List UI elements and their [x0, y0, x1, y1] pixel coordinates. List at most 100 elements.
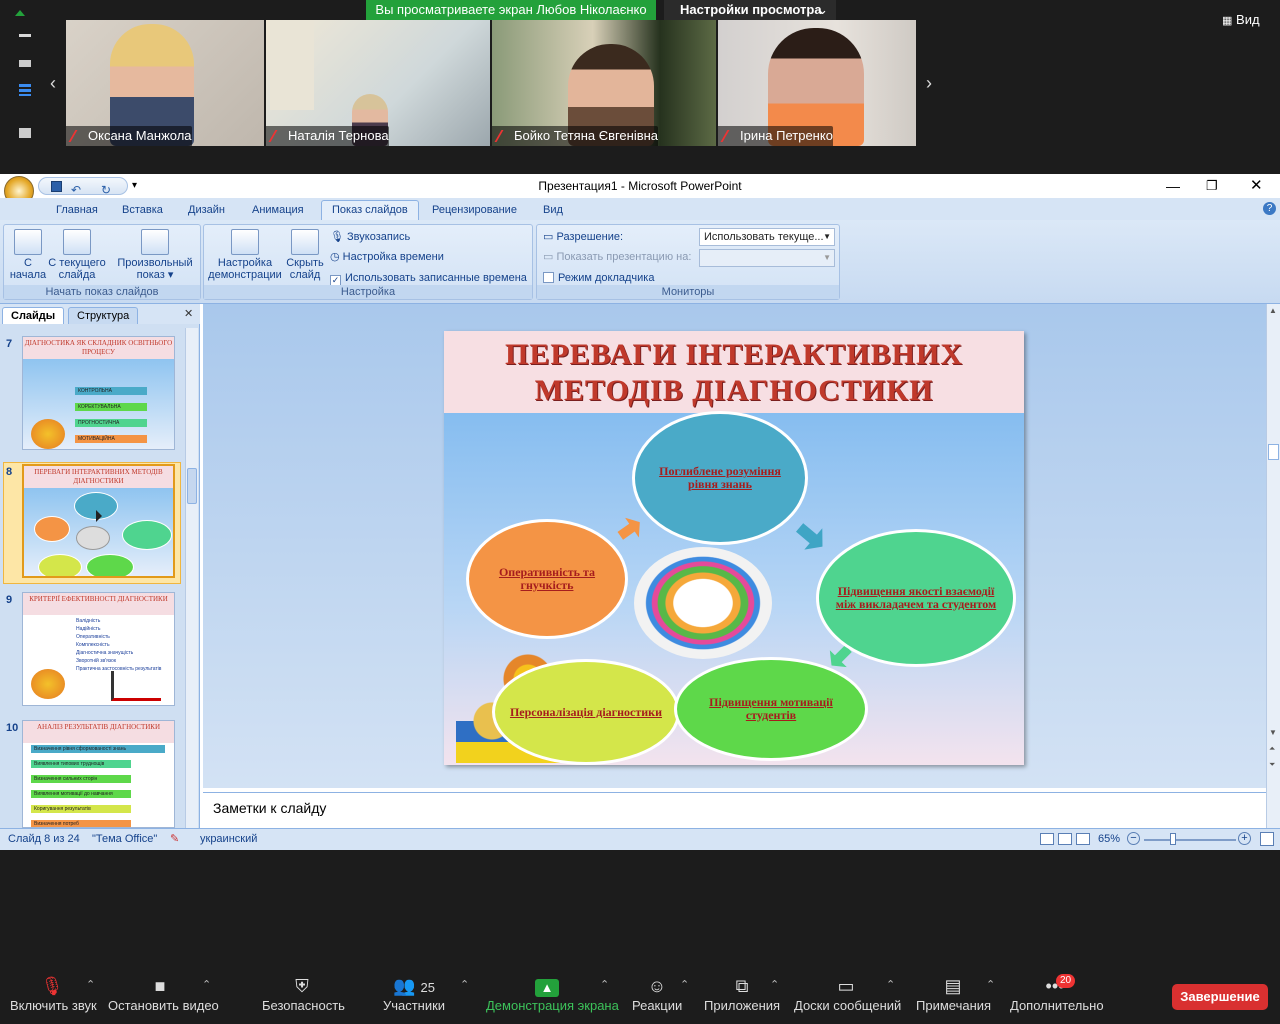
oval-efficiency[interactable]: Оперативність та гнучкість	[466, 519, 628, 639]
restore-window-icon[interactable]: ❐	[1206, 174, 1218, 198]
slide-thumbnail[interactable]: ДІАГНОСТИКА ЯК СКЛАДНИК ОСВІТНЬОГО ПРОЦЕ…	[22, 336, 175, 450]
chevron-up-icon[interactable]: ⌃	[886, 978, 895, 991]
resolution-select[interactable]: Использовать текуще... ▼	[699, 228, 835, 246]
participants-button[interactable]: 👥 25 Участники ⌃	[382, 974, 469, 1013]
tab-outline[interactable]: Структура	[68, 307, 139, 324]
video-tile[interactable]: Ірина Петренко	[718, 20, 916, 146]
apps-label: Приложения	[704, 998, 781, 1013]
tab-review[interactable]: Рецензирование	[432, 201, 517, 220]
reactions-button[interactable]: ☺ Реакции ⌃	[632, 974, 689, 1013]
close-window-icon[interactable]: ✕	[1250, 174, 1263, 198]
slide-editor[interactable]: ПЕРЕВАГИ ІНТЕРАКТИВНИХ МЕТОДІВ ДІАГНОСТИ…	[203, 304, 1266, 788]
slide-title[interactable]: ПЕРЕВАГИ ІНТЕРАКТИВНИХ МЕТОДІВ ДІАГНОСТИ…	[444, 337, 1024, 409]
tab-view[interactable]: Вид	[543, 201, 563, 220]
slide-sorter-icon[interactable]	[1058, 833, 1072, 845]
zoom-level[interactable]: 65%	[1098, 829, 1120, 849]
multi-speaker-icon[interactable]	[19, 128, 31, 138]
next-slide-icon[interactable]: ⏷	[1269, 760, 1275, 770]
from-start-button[interactable]: С начала	[8, 229, 48, 281]
video-tile[interactable]: Бойко Тетяна Євгенівна	[492, 20, 716, 146]
rehearse-timings-button[interactable]: ◷ Настройка времени	[330, 249, 444, 265]
custom-show-button[interactable]: Произвольный показ ▾	[112, 229, 198, 281]
scrollbar-thumb[interactable]	[1268, 444, 1279, 460]
group-start-show: С начала С текущего слайда Произвольный …	[3, 224, 201, 300]
gallery-view-icon[interactable]	[19, 84, 31, 96]
slide-thumbnail-selected[interactable]: ПЕРЕВАГИ ІНТЕРАКТИВНИХ МЕТОДІВ ДІАГНОСТИ…	[22, 464, 175, 578]
oval-motivation[interactable]: Підвищення мотивації студентів	[674, 657, 868, 761]
spellcheck-icon[interactable]: ✎	[170, 829, 179, 849]
unmute-button[interactable]: 🎙 Включить звук ⌃	[10, 974, 97, 1013]
zoom-out-icon[interactable]: −	[1127, 832, 1140, 845]
scroll-down-icon[interactable]: ▼	[1269, 728, 1277, 737]
minimize-icon[interactable]	[19, 34, 31, 37]
save-icon[interactable]	[51, 181, 62, 192]
close-panel-icon[interactable]: ✕	[184, 307, 193, 320]
tab-slideshow[interactable]: Показ слайдов	[321, 200, 419, 220]
dropdown-arrow-icon: ▼	[823, 232, 831, 241]
current-slide[interactable]: ПЕРЕВАГИ ІНТЕРАКТИВНИХ МЕТОДІВ ДІАГНОСТИ…	[444, 331, 1024, 765]
minimize-window-icon[interactable]: —	[1166, 174, 1180, 198]
security-button[interactable]: ⛨ Безопасность	[262, 974, 345, 1013]
end-meeting-button[interactable]: Завершение	[1172, 984, 1268, 1010]
normal-view-icon[interactable]	[1040, 833, 1054, 845]
fit-window-icon[interactable]	[1260, 832, 1274, 846]
customize-toolbar-icon[interactable]: ▾	[132, 174, 137, 198]
setup-show-button[interactable]: Настройка демонстрации	[206, 229, 284, 281]
zoom-slider-thumb[interactable]	[1170, 833, 1176, 845]
oval-personalization[interactable]: Персоналізація діагностики	[492, 659, 680, 765]
next-participants-arrow[interactable]: ›	[918, 20, 940, 146]
view-button[interactable]: ▦ Вид	[1222, 10, 1272, 30]
zoom-in-icon[interactable]: +	[1238, 832, 1251, 845]
tab-animation[interactable]: Анимация	[252, 201, 304, 220]
share-screen-button[interactable]: ▲ Демонстрация экрана ⌃	[486, 974, 619, 1013]
help-icon[interactable]: ?	[1263, 202, 1276, 215]
prev-slide-icon[interactable]: ⏶	[1269, 744, 1275, 754]
dropdown-arrow-icon: ▼	[823, 253, 831, 262]
chevron-up-icon[interactable]: ⌃	[86, 978, 95, 991]
chevron-up-icon[interactable]: ⌃	[202, 978, 211, 991]
slide-thumbnail[interactable]: КРИТЕРІЇ ЕФЕКТИВНОСТІ ДІАГНОСТИКИ Валідн…	[22, 592, 175, 706]
chevron-up-icon[interactable]: ⌃	[680, 978, 689, 991]
video-tile[interactable]: Оксана Манжола	[66, 20, 264, 146]
view-settings-menu[interactable]: Настройки просмотра ⌄	[664, 0, 836, 20]
oval-deep-understanding[interactable]: Поглиблене розуміння рівня знань	[632, 411, 808, 545]
slide-thumbnail[interactable]: АНАЛІЗ РЕЗУЛЬТАТІВ ДІАГНОСТИКИ Визначенн…	[22, 720, 175, 828]
zoom-up-icon[interactable]	[15, 10, 25, 16]
scrollbar-thumb[interactable]	[187, 468, 197, 504]
panel-scrollbar[interactable]	[185, 328, 198, 828]
show-on-select[interactable]: ▼	[699, 249, 835, 267]
scroll-up-icon[interactable]: ▲	[1269, 306, 1277, 315]
more-button[interactable]: ••• Дополнительно 20	[1010, 974, 1104, 1013]
zoom-slider[interactable]	[1144, 839, 1236, 841]
oval-interaction-quality[interactable]: Підвищення якості взаємодії між викладач…	[816, 529, 1016, 667]
chevron-up-icon[interactable]: ⌃	[600, 978, 609, 991]
speaker-view-icon[interactable]	[19, 60, 31, 67]
notes-pane[interactable]: Заметки к слайду	[203, 792, 1266, 828]
chevron-up-icon[interactable]: ⌃	[986, 978, 995, 991]
hide-slide-label: Скрыть слайд	[286, 257, 324, 281]
presenter-view-checkbox[interactable]: Режим докладчика	[543, 270, 654, 286]
record-narration-button[interactable]: 🎙 Звукозапись	[330, 229, 410, 245]
editor-scrollbar[interactable]: ▲ ▼ ⏶ ⏷	[1266, 304, 1280, 828]
share-screen-icon: ▲	[486, 974, 608, 998]
tab-slides[interactable]: Слайды	[2, 307, 65, 324]
tab-design[interactable]: Дизайн	[188, 201, 225, 220]
hide-slide-button[interactable]: Скрыть слайд	[284, 229, 326, 281]
tab-insert[interactable]: Вставка	[122, 201, 163, 220]
apps-button[interactable]: ⧉ Приложения ⌃	[704, 974, 780, 1013]
chevron-up-icon[interactable]: ⌃	[770, 978, 779, 991]
whiteboards-label: Доски сообщений	[794, 998, 902, 1013]
slideshow-view-icon[interactable]	[1076, 833, 1090, 845]
video-tile[interactable]: Наталія Тернова	[266, 20, 490, 146]
language-indicator[interactable]: украинский	[200, 829, 257, 849]
whiteboards-button[interactable]: ▭ Доски сообщений ⌃	[794, 974, 902, 1013]
from-current-button[interactable]: С текущего слайда	[48, 229, 106, 281]
use-timings-checkbox[interactable]: ✓ Использовать записанные времена	[330, 270, 527, 286]
thumb-bar: ПРОГНОСТИЧНА	[75, 419, 147, 427]
stop-video-button[interactable]: ■ Остановить видео ⌃	[108, 974, 219, 1013]
chevron-up-icon[interactable]: ⌃	[460, 978, 469, 991]
checkbox-unchecked[interactable]	[543, 272, 554, 283]
prev-participants-arrow[interactable]: ‹	[42, 20, 64, 146]
notes-button[interactable]: ▤ Примечания ⌃	[916, 974, 995, 1013]
tab-home[interactable]: Главная	[56, 201, 98, 220]
